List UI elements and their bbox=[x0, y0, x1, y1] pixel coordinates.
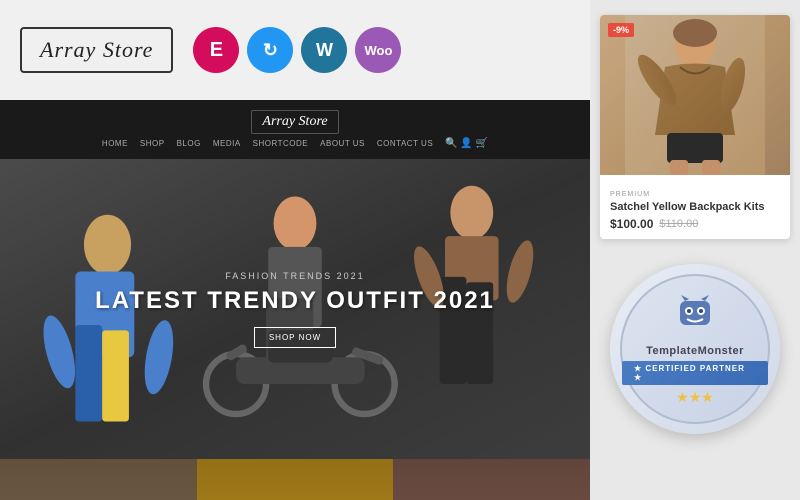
elementor-icon: E bbox=[193, 27, 239, 73]
store-nav-links: HOME SHOP BLOG MEDIA SHORTCODE ABOUT US … bbox=[102, 138, 488, 149]
nav-shortcode[interactable]: SHORTCODE bbox=[253, 139, 308, 148]
brand-logo-text: Array Store bbox=[40, 37, 153, 62]
nav-media[interactable]: MEDIA bbox=[213, 139, 241, 148]
nav-contact[interactable]: CONTACT US bbox=[377, 139, 433, 148]
product-image bbox=[600, 15, 790, 175]
price-original: $110.00 bbox=[659, 218, 698, 230]
hero-subtitle: Fashion Trends 2021 bbox=[95, 271, 495, 281]
price-current: $100.00 bbox=[610, 217, 653, 231]
nav-shop[interactable]: SHOP bbox=[140, 139, 165, 148]
templatemonster-icon bbox=[675, 293, 715, 340]
product-card: -9% bbox=[600, 15, 790, 239]
category-handbag[interactable]: BEST HANDBAG SHOP NOW bbox=[197, 459, 394, 500]
hero-title: LATEST TRENDY OUTFIT 2021 bbox=[95, 287, 495, 315]
nav-home[interactable]: HOME bbox=[102, 139, 128, 148]
wordpress-icon: W bbox=[301, 27, 347, 73]
category-footwear[interactable]: NEW FOOTWEAR SHOP NOW bbox=[0, 459, 197, 500]
product-info: PREMIUM Satchel Yellow Backpack Kits $10… bbox=[600, 175, 790, 239]
main-content-area: Array Store E ↻ W Woo Array Store HOME bbox=[0, 0, 590, 500]
product-image-svg bbox=[625, 15, 765, 175]
store-navbar: Array Store HOME SHOP BLOG MEDIA SHORTCO… bbox=[0, 100, 590, 159]
hero-cta-button[interactable]: SHOP NOW bbox=[254, 327, 336, 348]
category-strip: NEW FOOTWEAR SHOP NOW BEST HANDBAG SHOP … bbox=[0, 459, 590, 500]
sale-badge: -9% bbox=[608, 23, 634, 37]
store-nav-logo: Array Store bbox=[251, 110, 338, 134]
right-panel: -9% bbox=[590, 0, 800, 500]
product-prices: $100.00 $110.00 bbox=[610, 217, 780, 231]
tm-certified-banner: ★ CERTIFIED PARTNER ★ bbox=[622, 361, 768, 385]
refresh-icon: ↻ bbox=[247, 27, 293, 73]
nav-blog[interactable]: BLOG bbox=[177, 139, 201, 148]
product-name: Satchel Yellow Backpack Kits bbox=[610, 201, 780, 213]
category-fashion[interactable]: FASHION CLOTH SHOP NOW bbox=[393, 459, 590, 500]
templatemonster-name: TemplateMonster bbox=[646, 345, 744, 357]
product-label: PREMIUM bbox=[610, 191, 650, 198]
nav-icons: 🔍 👤 🛒 bbox=[445, 138, 488, 149]
top-bar: Array Store E ↻ W Woo bbox=[0, 0, 590, 100]
plugin-icons-group: E ↻ W Woo bbox=[193, 27, 401, 73]
hero-section: Fashion Trends 2021 LATEST TRENDY OUTFIT… bbox=[0, 159, 590, 459]
templatemonster-badge: TemplateMonster ★ CERTIFIED PARTNER ★ ★★… bbox=[610, 264, 780, 434]
tm-stars: ★★★ bbox=[676, 389, 714, 406]
hero-text: Fashion Trends 2021 LATEST TRENDY OUTFIT… bbox=[95, 271, 495, 348]
nav-about[interactable]: ABOUT US bbox=[320, 139, 365, 148]
tm-badge-inner: TemplateMonster ★ CERTIFIED PARTNER ★ ★★… bbox=[620, 274, 770, 424]
woocommerce-icon: Woo bbox=[355, 27, 401, 73]
brand-logo: Array Store bbox=[20, 27, 173, 73]
store-preview: Array Store HOME SHOP BLOG MEDIA SHORTCO… bbox=[0, 100, 590, 500]
